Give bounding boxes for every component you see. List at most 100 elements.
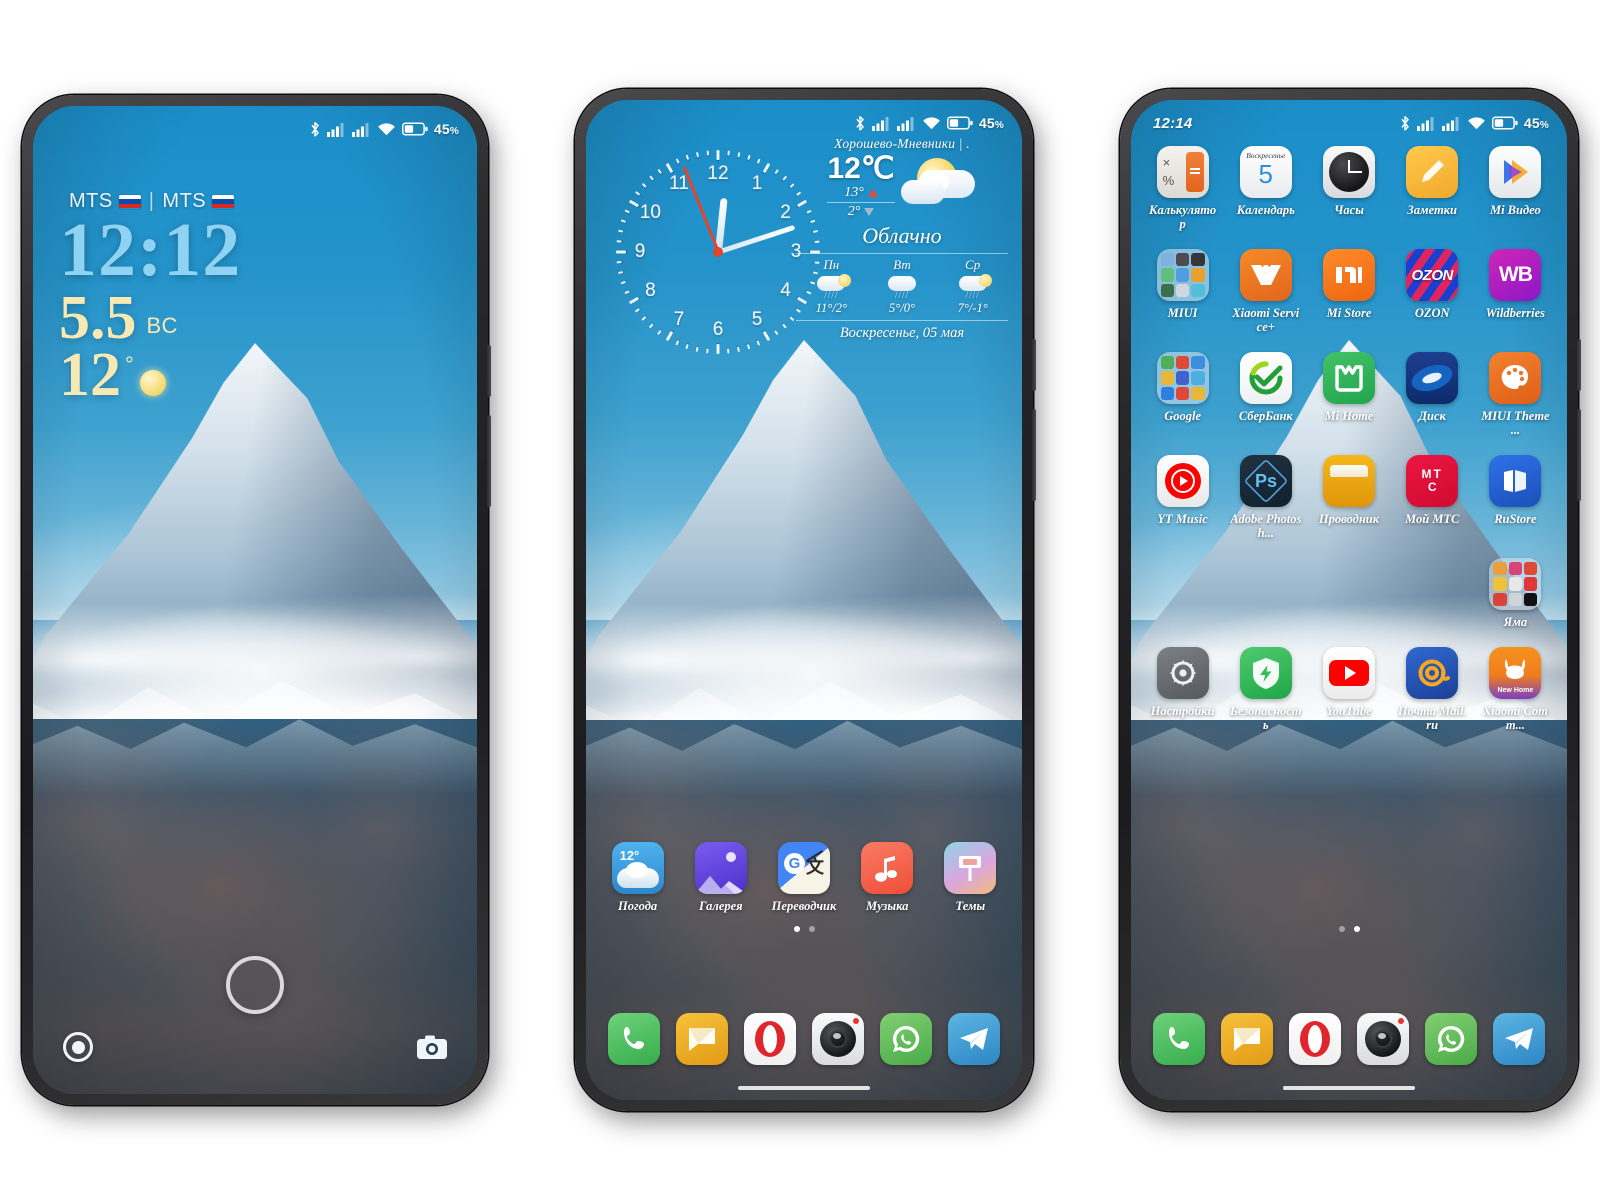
power-button[interactable] xyxy=(487,415,491,507)
app-grid-page3: ×% Калькулятор Воскресенье 5 Календарь Часы За… xyxy=(1131,146,1567,732)
xiaomi-community-icon[interactable]: New Home xyxy=(1489,647,1542,699)
signal-sim1-icon xyxy=(1416,116,1434,131)
ozon-icon[interactable]: OZON xyxy=(1406,249,1459,301)
power-button[interactable] xyxy=(1577,409,1581,501)
app-photoshop-icon[interactable]: Ps Adobe Photosh... xyxy=(1224,455,1307,540)
nav-gesture-bar[interactable] xyxy=(738,1086,870,1090)
phone-icon[interactable] xyxy=(608,1013,660,1065)
power-button[interactable] xyxy=(1032,409,1036,501)
camera-icon[interactable] xyxy=(1357,1013,1409,1065)
app-music-icon[interactable]: Музыка xyxy=(846,842,929,913)
page-dot-2[interactable] xyxy=(1353,926,1360,932)
app-mi-store-icon[interactable]: Mi Store xyxy=(1307,249,1390,334)
security-icon[interactable] xyxy=(1239,647,1292,699)
app-themes-icon[interactable]: Темы xyxy=(929,842,1012,913)
xiaomi-service-icon[interactable] xyxy=(1239,249,1292,301)
app-youtube-icon[interactable]: YouTube xyxy=(1307,647,1390,732)
yt-music-icon[interactable] xyxy=(1156,455,1209,507)
youtube-icon[interactable] xyxy=(1322,647,1375,699)
app-security-icon[interactable]: Безопасность xyxy=(1224,647,1307,732)
camera-icon[interactable] xyxy=(812,1013,864,1065)
folder-mini-icon xyxy=(1191,386,1205,400)
page-dot-1[interactable] xyxy=(1338,926,1345,932)
whatsapp-icon[interactable] xyxy=(880,1013,932,1065)
clock-tick-major xyxy=(716,344,720,354)
app-clock-icon[interactable]: Часы xyxy=(1307,146,1390,231)
volume-button[interactable] xyxy=(487,345,491,397)
photoshop-icon[interactable]: Ps xyxy=(1239,455,1292,507)
app-ozon-icon[interactable]: OZON OZON xyxy=(1391,249,1474,334)
themes-icon[interactable] xyxy=(944,842,997,894)
app-mts-icon[interactable]: МТ С Мой МТС xyxy=(1391,455,1474,540)
clock-tick-minor xyxy=(641,316,647,321)
app-disk-icon[interactable]: Диск xyxy=(1391,352,1474,437)
telegram-icon[interactable] xyxy=(1493,1013,1545,1065)
notes-icon[interactable] xyxy=(1406,146,1459,198)
sberbank-icon[interactable] xyxy=(1239,352,1292,404)
app-notes-icon[interactable]: Заметки xyxy=(1391,146,1474,231)
folder-icon[interactable] xyxy=(1156,249,1209,301)
folder-mini-icon xyxy=(1175,283,1190,297)
opera-icon[interactable] xyxy=(744,1013,796,1065)
app-mailru-icon[interactable]: Почта Mail.ru xyxy=(1391,647,1474,732)
folder-icon[interactable] xyxy=(1489,558,1542,610)
app-gallery-icon[interactable]: Галерея xyxy=(679,842,762,913)
rustore-icon[interactable] xyxy=(1489,455,1542,507)
app-calendar-icon[interactable]: Воскресенье 5 Календарь xyxy=(1224,146,1307,231)
opera-icon[interactable] xyxy=(1289,1013,1341,1065)
miui-theme-icon[interactable] xyxy=(1489,352,1542,404)
file-explorer-icon[interactable] xyxy=(1322,455,1375,507)
camera-lens-shortcut[interactable] xyxy=(61,1030,95,1064)
weather-icon[interactable]: 12° xyxy=(611,842,664,894)
weather-widget[interactable]: Хорошево-Мневники | . 12℃ 13° 2° Облачно… xyxy=(796,136,1008,342)
app-calculator-icon[interactable]: ×% Калькулятор xyxy=(1141,146,1224,231)
analog-clock-widget[interactable]: 12 1 2 3 4 5 6 7 8 9 10 11 xyxy=(614,148,822,356)
mailru-icon[interactable] xyxy=(1406,647,1459,699)
translate-icon[interactable]: G文 xyxy=(777,842,830,894)
app-translate-icon[interactable]: G 文 Переводчик xyxy=(762,842,845,913)
lockscreen-clock[interactable]: 12:12 5.5 ВС 12 ° xyxy=(59,212,241,406)
calendar-icon[interactable]: Воскресенье 5 xyxy=(1239,146,1292,198)
calculator-icon[interactable]: ×% xyxy=(1156,146,1209,198)
unlock-ring[interactable] xyxy=(226,956,284,1014)
app-wildberries-icon[interactable]: WB Wildberries xyxy=(1474,249,1557,334)
app-folder-icon[interactable]: MIUI xyxy=(1141,249,1224,334)
app-mi-home-icon[interactable]: Mi Home xyxy=(1307,352,1390,437)
app-rustore-icon[interactable]: RuStore xyxy=(1474,455,1557,540)
clock-icon[interactable] xyxy=(1322,146,1375,198)
nav-gesture-bar[interactable] xyxy=(1283,1086,1415,1090)
page-dot-2[interactable] xyxy=(808,926,815,932)
app-miui-theme-icon[interactable]: MIUI Theme ... xyxy=(1474,352,1557,437)
wildberries-icon[interactable]: WB xyxy=(1489,249,1542,301)
messages-icon[interactable] xyxy=(1221,1013,1273,1065)
messages-icon[interactable] xyxy=(676,1013,728,1065)
volume-button[interactable] xyxy=(1577,339,1581,391)
app-xiaomi-community-icon[interactable]: New Home Xiaomi Comm... xyxy=(1474,647,1557,732)
app-file-explorer-icon[interactable]: Проводник xyxy=(1307,455,1390,540)
disk-icon[interactable] xyxy=(1406,352,1459,404)
camera-shortcut[interactable] xyxy=(415,1030,449,1064)
folder-mini-icon xyxy=(1508,577,1523,591)
settings-icon[interactable] xyxy=(1156,647,1209,699)
app-folder-icon[interactable]: Яма xyxy=(1474,558,1557,629)
app-yt-music-icon[interactable]: YT Music xyxy=(1141,455,1224,540)
page-dot-1[interactable] xyxy=(793,926,800,932)
app-mi-video-icon[interactable]: Mi Видео xyxy=(1474,146,1557,231)
clock-tick-minor xyxy=(706,348,709,354)
mts-icon[interactable]: МТ С xyxy=(1406,455,1459,507)
gallery-icon[interactable] xyxy=(694,842,747,894)
volume-button[interactable] xyxy=(1032,339,1036,391)
app-folder-icon[interactable]: Google xyxy=(1141,352,1224,437)
app-settings-icon[interactable]: Настройки xyxy=(1141,647,1224,732)
mi-home-icon[interactable] xyxy=(1322,352,1375,404)
app-weather-icon[interactable]: 12° Погода xyxy=(596,842,679,913)
mi-video-icon[interactable] xyxy=(1489,146,1542,198)
app-sberbank-icon[interactable]: СберБанк xyxy=(1224,352,1307,437)
folder-icon[interactable] xyxy=(1156,352,1209,404)
telegram-icon[interactable] xyxy=(948,1013,1000,1065)
music-icon[interactable] xyxy=(861,842,914,894)
whatsapp-icon[interactable] xyxy=(1425,1013,1477,1065)
phone-icon[interactable] xyxy=(1153,1013,1205,1065)
app-xiaomi-service-icon[interactable]: Xiaomi Service+ xyxy=(1224,249,1307,334)
mi-store-icon[interactable] xyxy=(1322,249,1375,301)
